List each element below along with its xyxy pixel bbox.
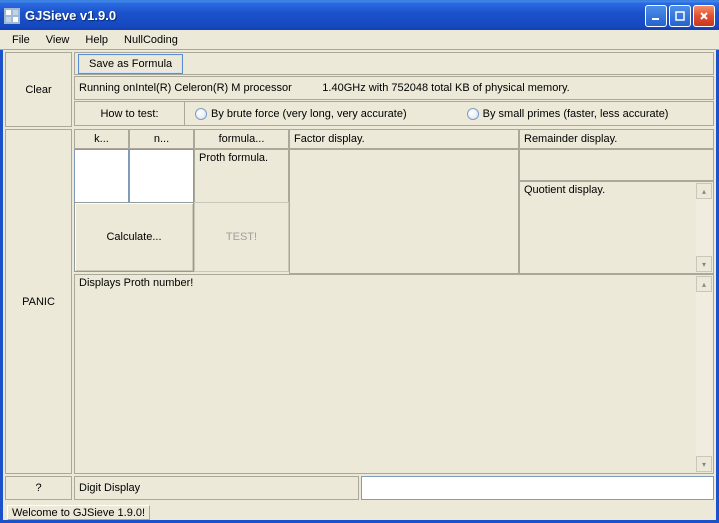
digit-display-field[interactable] — [361, 476, 714, 500]
k-input[interactable] — [74, 149, 129, 203]
radio-icon — [195, 108, 207, 120]
save-formula-button[interactable]: Save as Formula — [78, 54, 183, 74]
header-formula: formula... — [194, 129, 289, 149]
status-bar: Welcome to GJSieve 1.9.0! — [0, 505, 719, 523]
header-factor: Factor display. — [289, 129, 519, 149]
header-remainder: Remainder display. — [519, 129, 714, 149]
radio-brute-force[interactable]: By brute force (very long, very accurate… — [195, 108, 407, 120]
calculate-button[interactable]: Calculate... — [74, 202, 194, 272]
title-bar: GJSieve v1.9.0 — [0, 0, 719, 30]
radio-icon — [467, 108, 479, 120]
scroll-up-icon[interactable]: ▴ — [696, 276, 712, 292]
app-icon — [4, 8, 20, 24]
menu-help[interactable]: Help — [77, 32, 116, 48]
factor-display — [289, 149, 519, 274]
header-n: n... — [129, 129, 194, 149]
formula-display: Proth formula. — [195, 150, 288, 166]
header-k: k... — [74, 129, 129, 149]
menu-bar: File View Help NullCoding — [0, 30, 719, 50]
close-button[interactable] — [693, 5, 715, 27]
scrollbar[interactable]: ▴ ▾ — [696, 276, 712, 472]
quotient-display: Quotient display. ▴ ▾ — [519, 181, 714, 274]
proth-number-display: Displays Proth number! ▴ ▾ — [74, 274, 714, 474]
scroll-down-icon[interactable]: ▾ — [696, 456, 712, 472]
clear-button[interactable]: Clear — [5, 52, 72, 127]
panic-button[interactable]: PANIC — [5, 129, 72, 474]
status-text: Welcome to GJSieve 1.9.0! — [7, 505, 150, 520]
menu-file[interactable]: File — [4, 32, 38, 48]
remainder-display — [519, 149, 714, 181]
menu-nullcoding[interactable]: NullCoding — [116, 32, 186, 48]
help-button[interactable]: ? — [5, 476, 72, 500]
system-info: Running onIntel(R) Celeron(R) M processo… — [74, 76, 714, 100]
n-input[interactable] — [129, 149, 194, 203]
digit-display-label: Digit Display — [74, 476, 359, 500]
minimize-button[interactable] — [645, 5, 667, 27]
howto-label: How to test: — [75, 102, 185, 125]
radio-small-primes[interactable]: By small primes (faster, less accurate) — [467, 108, 669, 120]
window-title: GJSieve v1.9.0 — [25, 8, 645, 23]
test-button: TEST! — [194, 202, 289, 272]
scroll-up-icon[interactable]: ▴ — [696, 183, 712, 199]
menu-view[interactable]: View — [38, 32, 78, 48]
scrollbar[interactable]: ▴ ▾ — [696, 183, 712, 272]
scroll-down-icon[interactable]: ▾ — [696, 256, 712, 272]
maximize-button[interactable] — [669, 5, 691, 27]
